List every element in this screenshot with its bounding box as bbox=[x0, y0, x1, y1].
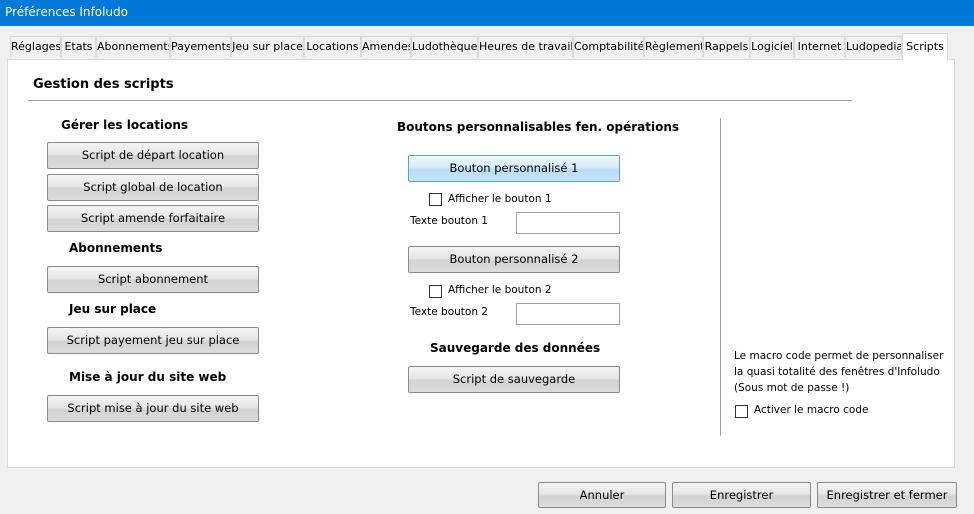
custom-button-2[interactable]: Bouton personnalisé 2 bbox=[408, 246, 620, 273]
macro-code-label: Activer le macro code bbox=[754, 404, 869, 416]
title-bar: Préférences Infoludo bbox=[0, 0, 974, 26]
jeu-sur-place-heading: Jeu sur place bbox=[69, 302, 157, 316]
title-divider bbox=[28, 100, 852, 101]
text-button-1-input[interactable] bbox=[516, 212, 620, 234]
save-and-close-button[interactable]: Enregistrer et fermer bbox=[817, 482, 957, 508]
tab-payements[interactable]: Payements bbox=[170, 36, 231, 57]
tab-rappels[interactable]: Rappels bbox=[703, 36, 750, 57]
tab-logiciel[interactable]: Logiciel bbox=[750, 36, 794, 57]
site-web-heading: Mise à jour du site web bbox=[69, 370, 227, 384]
script-global-location-button[interactable]: Script global de location bbox=[47, 174, 259, 201]
window-title: Préférences Infoludo bbox=[5, 5, 128, 19]
custom-button-1[interactable]: Bouton personnalisé 1 bbox=[408, 155, 620, 182]
tab-strip: Réglages Etats Abonnements Payements Jeu… bbox=[0, 26, 974, 61]
tab-ludopedia[interactable]: Ludopedia bbox=[845, 36, 902, 57]
tab-etats[interactable]: Etats bbox=[61, 36, 96, 57]
show-button-2-checkbox[interactable] bbox=[429, 285, 442, 298]
script-abonnement-button[interactable]: Script abonnement bbox=[47, 266, 259, 293]
script-amende-forfaitaire-button[interactable]: Script amende forfaitaire bbox=[47, 205, 259, 232]
tab-comptabilite[interactable]: Comptabilité bbox=[573, 36, 644, 57]
macro-line-1: Le macro code permet de personnaliser bbox=[734, 350, 944, 362]
show-button-1-checkbox[interactable] bbox=[429, 193, 442, 206]
tab-jeu-sur-place[interactable]: Jeu sur place bbox=[231, 36, 304, 57]
script-payement-jeu-button[interactable]: Script payement jeu sur place bbox=[47, 327, 259, 354]
page-title: Gestion des scripts bbox=[33, 77, 174, 92]
custom-buttons-heading: Boutons personnalisables fen. opérations bbox=[397, 120, 680, 134]
tab-scripts[interactable]: Scripts bbox=[902, 33, 948, 61]
tab-heures-de-travail[interactable]: Heures de travail bbox=[478, 36, 573, 57]
tab-reglages[interactable]: Réglages bbox=[10, 36, 61, 57]
script-sauvegarde-button[interactable]: Script de sauvegarde bbox=[408, 366, 620, 393]
show-button-1-label: Afficher le bouton 1 bbox=[448, 193, 552, 205]
macro-line-2: la quasi totalité des fenêtres d'Infolud… bbox=[734, 366, 940, 378]
save-button[interactable]: Enregistrer bbox=[672, 482, 811, 508]
text-button-2-input[interactable] bbox=[516, 303, 620, 325]
tab-internet[interactable]: Internet bbox=[794, 36, 845, 57]
tab-abonnements[interactable]: Abonnements bbox=[96, 36, 170, 57]
text-button-2-label: Texte bouton 2 bbox=[410, 306, 488, 318]
script-depart-location-button[interactable]: Script de départ location bbox=[47, 142, 259, 169]
abonnements-heading: Abonnements bbox=[69, 241, 163, 255]
text-button-1-label: Texte bouton 1 bbox=[410, 215, 488, 227]
macro-code-checkbox[interactable] bbox=[735, 405, 748, 418]
backup-heading: Sauvegarde des données bbox=[430, 341, 601, 355]
tab-amendes[interactable]: Amendes bbox=[361, 36, 411, 57]
locations-heading: Gérer les locations bbox=[61, 118, 189, 132]
show-button-2-label: Afficher le bouton 2 bbox=[448, 284, 552, 296]
tab-locations[interactable]: Locations bbox=[304, 36, 361, 57]
script-site-web-button[interactable]: Script mise à jour du site web bbox=[47, 395, 259, 422]
macro-description: Le macro code permet de personnaliser la… bbox=[734, 348, 944, 396]
column-divider bbox=[720, 118, 721, 436]
tab-reglement[interactable]: Règlement bbox=[644, 36, 703, 57]
tab-ludotheque[interactable]: Ludothèque bbox=[411, 36, 478, 57]
cancel-button[interactable]: Annuler bbox=[538, 482, 666, 508]
macro-line-3: (Sous mot de passe !) bbox=[734, 382, 850, 394]
